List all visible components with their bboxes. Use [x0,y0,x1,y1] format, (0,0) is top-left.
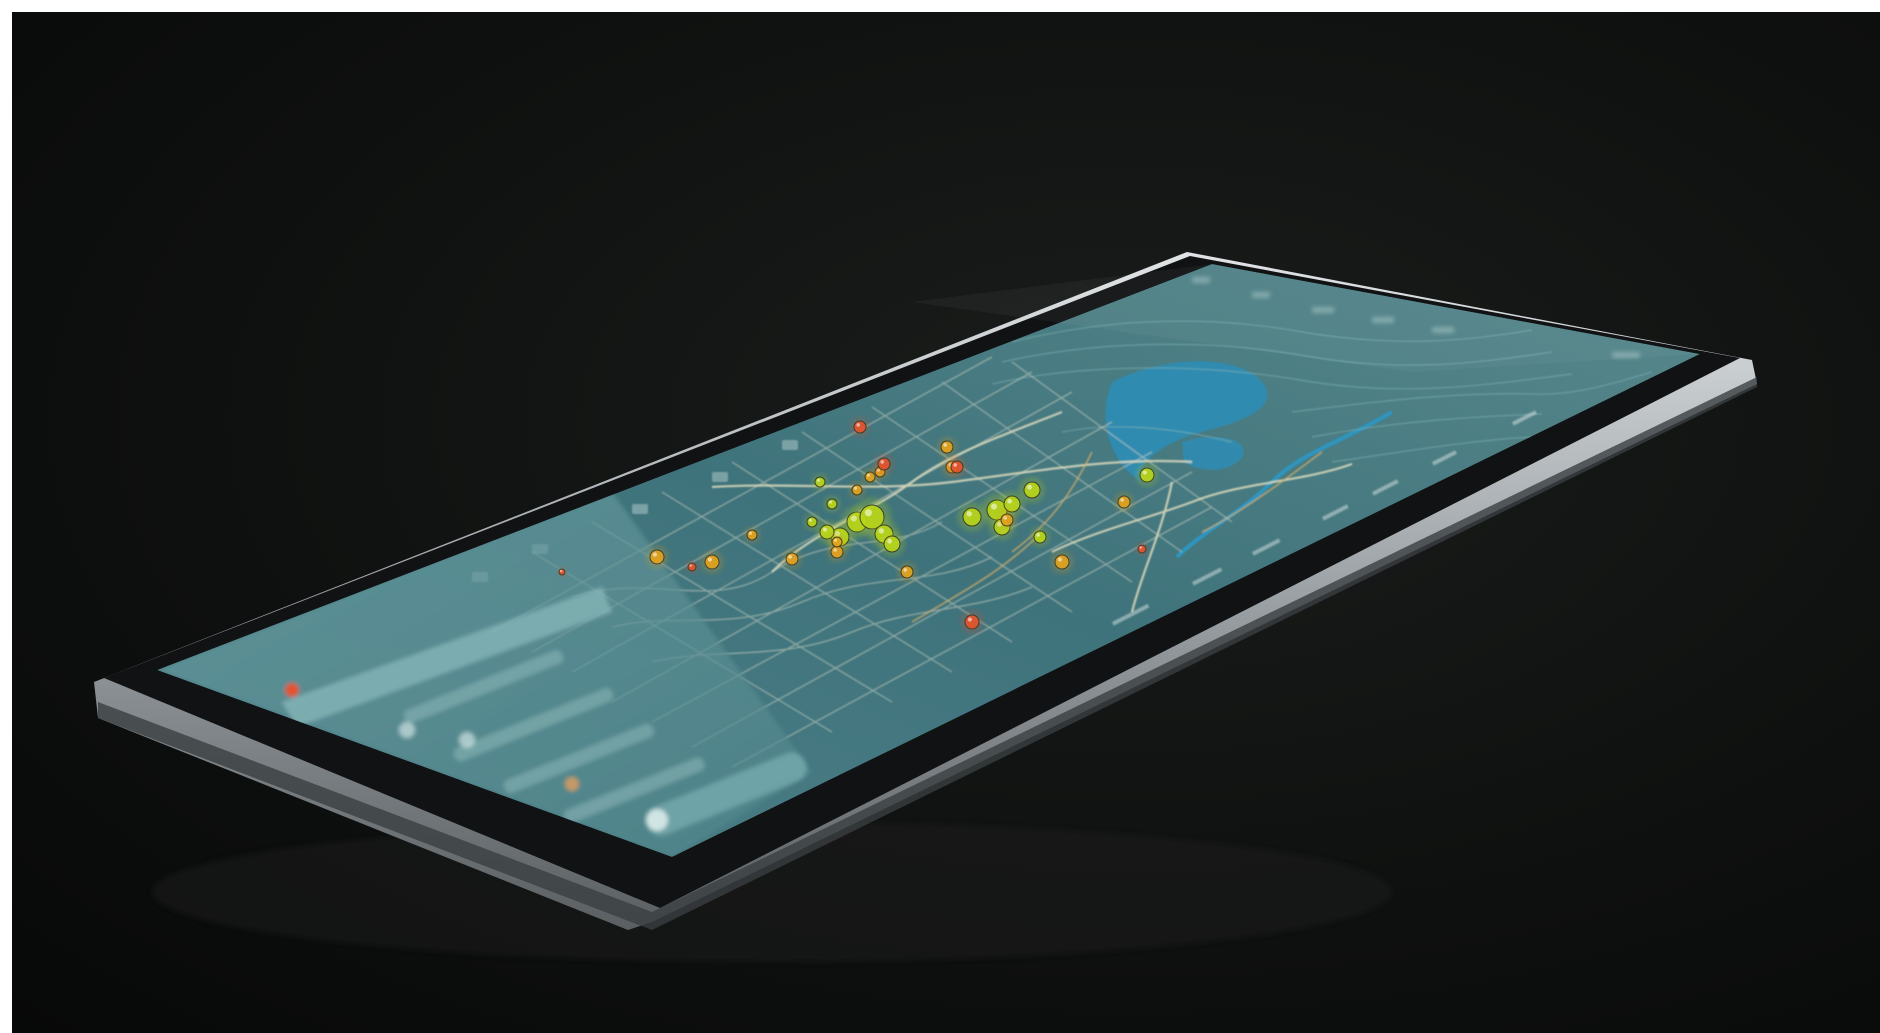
map-pin-marker[interactable] [1117,495,1131,509]
photo-scene [12,12,1880,1033]
marker-highlight [817,478,820,482]
locate-icon [646,809,668,831]
marker-highlight [559,569,563,573]
tablet-photo [94,252,1757,962]
map-pin-marker[interactable] [877,457,891,471]
marker-highlight [854,486,857,490]
pin-icon [399,722,415,738]
map-pin-marker[interactable] [785,552,799,566]
map-pin-marker[interactable] [1003,495,1021,513]
marker-highlight [749,531,752,535]
layers-icon [459,732,475,748]
marker-highlight [1007,498,1012,504]
marker-highlight [689,564,692,567]
map-pin-marker[interactable] [806,516,818,528]
marker-highlight [943,443,947,447]
marker-highlight [856,423,860,427]
marker-highlight [1120,498,1124,502]
map-pin-marker[interactable] [940,440,954,454]
marker-highlight [652,552,658,557]
marker-highlight [867,473,870,477]
marker-highlight [1027,484,1032,490]
map-pin-marker[interactable] [831,536,843,548]
map-pin-marker[interactable] [851,484,863,496]
map-pin-marker[interactable] [950,460,964,474]
map-pin-marker[interactable] [558,568,566,576]
marker-highlight [1139,546,1143,549]
marker-highlight [991,503,997,510]
map-pin-marker[interactable] [704,554,720,570]
marker-highlight [967,617,973,622]
marker-highlight [834,538,837,542]
map-pin-marker[interactable] [1054,554,1070,570]
marker-highlight [1057,557,1062,562]
map-pin-marker[interactable] [900,565,914,579]
map-pin-marker[interactable] [687,562,697,572]
map-pin-marker[interactable] [1033,530,1047,544]
marker-highlight [878,528,884,534]
marker-highlight [887,538,892,544]
marker-highlight [822,527,828,532]
marker-highlight [788,555,792,559]
map-pin-marker[interactable] [853,420,867,434]
marker-highlight [1142,470,1147,475]
map-pin-marker[interactable] [962,507,982,527]
status-dot-icon [285,683,299,697]
marker-highlight [809,518,812,522]
map-pin-marker[interactable] [814,476,826,488]
flag-icon [565,777,579,791]
marker-highlight [1036,533,1040,537]
map-pin-marker[interactable] [1139,467,1155,483]
map-pin-marker[interactable] [964,614,980,630]
marker-highlight [829,500,832,504]
marker-highlight [864,509,873,517]
map-pin-marker[interactable] [1023,481,1041,499]
map-pin-marker[interactable] [649,549,665,565]
marker-highlight [966,511,972,517]
marker-highlight [707,557,713,562]
marker-highlight [1003,516,1007,520]
marker-highlight [903,568,907,572]
marker-highlight [953,463,957,467]
map-pin-marker[interactable] [826,498,838,510]
map-pin-marker[interactable] [883,535,901,553]
map-pin-marker[interactable] [1137,544,1147,554]
map-pin-marker[interactable] [1000,513,1014,527]
map-pin-marker[interactable] [746,529,758,541]
marker-highlight [880,460,884,464]
